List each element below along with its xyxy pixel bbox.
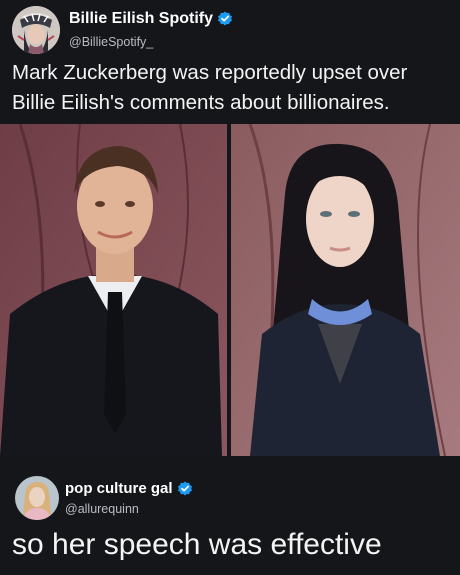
author-handle[interactable]: @BillieSpotify_	[69, 35, 153, 49]
reply-text: so her speech was effective	[12, 528, 382, 561]
post-text: Mark Zuckerberg was reportedly upset ove…	[12, 61, 408, 114]
verified-check-icon	[217, 11, 233, 27]
reply-author-name[interactable]: pop culture gal	[65, 480, 173, 497]
author-name-row: Billie Eilish Spotify	[69, 10, 233, 28]
verified-check-icon	[177, 481, 193, 497]
reply-header: pop culture gal @allurequinn	[12, 476, 452, 522]
reply-name-row: pop culture gal	[65, 480, 193, 497]
reply-author-avatar[interactable]	[15, 476, 59, 520]
post-header: Billie Eilish Spotify @BillieSpotify_	[12, 6, 452, 54]
post-image[interactable]	[0, 124, 460, 456]
author-name[interactable]: Billie Eilish Spotify	[69, 10, 213, 28]
reply-author-handle[interactable]: @allurequinn	[65, 502, 139, 516]
author-avatar[interactable]	[12, 6, 60, 54]
